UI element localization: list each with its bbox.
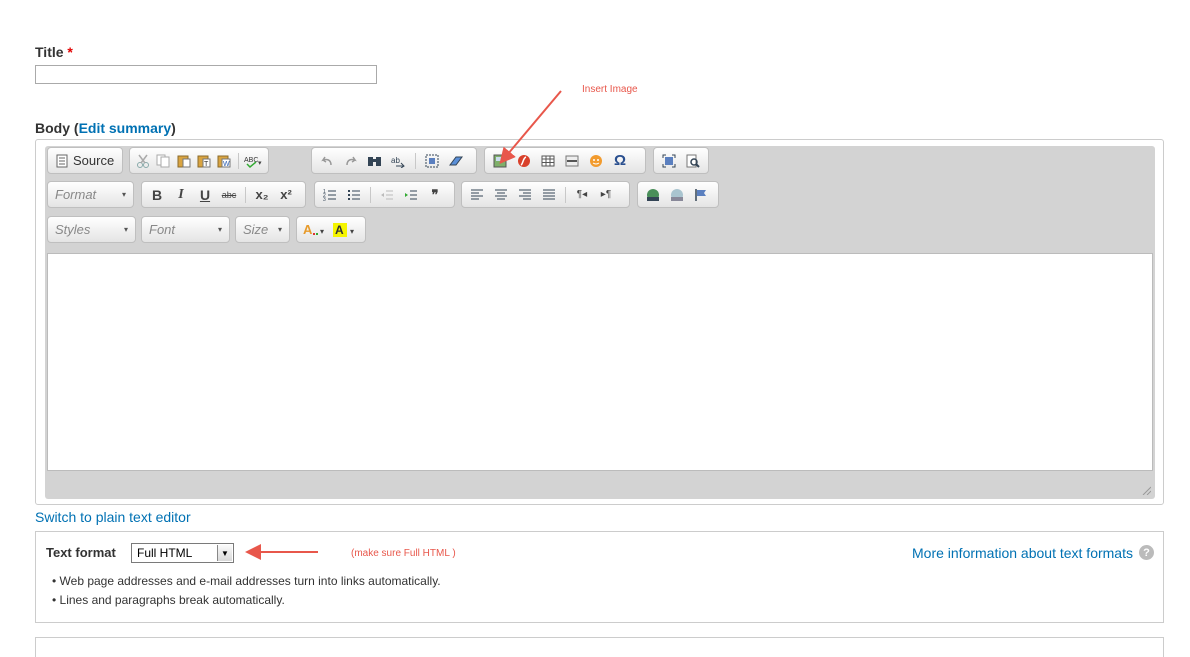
source-button[interactable]: Source xyxy=(52,153,118,168)
source-group: Source xyxy=(47,147,123,174)
text-color-icon[interactable]: A ▾ xyxy=(301,220,329,240)
image-icon[interactable] xyxy=(489,151,511,171)
styles-dropdown[interactable]: Styles ▾ xyxy=(47,216,136,243)
edit-summary-link[interactable]: Edit summary xyxy=(79,120,172,136)
clipboard-group: T W ABC ▾ xyxy=(129,147,269,174)
find-icon[interactable] xyxy=(364,151,386,171)
outdent-icon[interactable] xyxy=(376,185,398,205)
tip-item: Lines and paragraphs break automatically… xyxy=(52,591,441,610)
preview-icon[interactable] xyxy=(682,151,704,171)
text-format-select[interactable]: Full HTML ▼ xyxy=(131,543,234,563)
strike-button[interactable]: abc xyxy=(218,185,240,205)
underline-button[interactable]: U xyxy=(194,185,216,205)
align-center-icon[interactable] xyxy=(490,185,512,205)
paste-word-icon[interactable]: W xyxy=(215,151,233,171)
table-icon[interactable] xyxy=(537,151,559,171)
help-icon[interactable]: ? xyxy=(1139,545,1154,560)
title-input[interactable] xyxy=(35,65,377,84)
svg-text:▾: ▾ xyxy=(258,160,262,167)
subscript-button[interactable]: x₂ xyxy=(251,185,273,205)
editor-chrome: Source T W ABC ▾ ab Ω Format ▾ B I U abc… xyxy=(45,146,1155,499)
format-dropdown[interactable]: Format ▾ xyxy=(47,181,134,208)
numbered-list-icon[interactable]: 123 xyxy=(319,185,341,205)
basic-style-group: B I U abc x₂ x² xyxy=(141,181,306,208)
svg-text:T: T xyxy=(204,161,209,168)
source-icon xyxy=(56,154,68,167)
italic-button[interactable]: I xyxy=(170,185,192,205)
text-format-label: Text format xyxy=(46,545,116,560)
paste-text-icon[interactable]: T xyxy=(195,151,213,171)
justify-icon[interactable] xyxy=(538,185,560,205)
svg-text:▾: ▾ xyxy=(320,227,324,236)
title-label: Title * xyxy=(35,44,73,60)
superscript-button[interactable]: x² xyxy=(275,185,297,205)
svg-text:ab: ab xyxy=(391,156,400,165)
smiley-icon[interactable] xyxy=(585,151,607,171)
chevron-down-icon: ▼ xyxy=(217,545,232,561)
svg-text:A: A xyxy=(303,222,313,237)
edit-group: ab xyxy=(311,147,477,174)
spellcheck-icon[interactable]: ABC ▾ xyxy=(244,151,264,171)
required-marker: * xyxy=(67,44,73,60)
remove-format-icon[interactable] xyxy=(445,151,467,171)
body-label: Body (Edit summary) xyxy=(35,120,176,136)
svg-text:W: W xyxy=(223,161,230,168)
align-right-icon[interactable] xyxy=(514,185,536,205)
undo-icon[interactable] xyxy=(316,151,338,171)
switch-plain-editor-link[interactable]: Switch to plain text editor xyxy=(35,509,191,525)
copy-icon[interactable] xyxy=(154,151,172,171)
cut-icon[interactable] xyxy=(134,151,152,171)
anchor-flag-icon[interactable] xyxy=(690,185,712,205)
bg-color-icon[interactable]: A ▾ xyxy=(331,220,359,240)
color-group: A ▾ A ▾ xyxy=(296,216,366,243)
indent-icon[interactable] xyxy=(400,185,422,205)
svg-text:▾: ▾ xyxy=(350,227,354,236)
tools-group xyxy=(653,147,709,174)
bulleted-list-icon[interactable] xyxy=(343,185,365,205)
align-left-icon[interactable] xyxy=(466,185,488,205)
text-format-box: Text format Full HTML ▼ More information… xyxy=(35,531,1164,623)
svg-text:3: 3 xyxy=(323,197,326,202)
next-fieldset xyxy=(35,637,1164,657)
paste-icon[interactable] xyxy=(174,151,192,171)
format-tips: Web page addresses and e-mail addresses … xyxy=(52,572,441,610)
align-group: ¶◂ ▸¶ xyxy=(461,181,630,208)
text-direction-rtl-icon[interactable]: ▸¶ xyxy=(595,185,617,205)
maximize-icon[interactable] xyxy=(658,151,680,171)
make-sure-annotation: (make sure Full HTML ) xyxy=(351,548,456,559)
redo-icon[interactable] xyxy=(340,151,362,171)
list-group: 123 ❞ xyxy=(314,181,455,208)
insert-image-annotation: Insert Image xyxy=(582,84,638,95)
unlink-icon[interactable] xyxy=(666,185,688,205)
size-dropdown[interactable]: Size ▾ xyxy=(235,216,290,243)
bold-button[interactable]: B xyxy=(146,185,168,205)
horizontal-rule-icon[interactable] xyxy=(561,151,583,171)
special-char-icon[interactable]: Ω xyxy=(609,151,631,171)
select-all-icon[interactable] xyxy=(421,151,443,171)
text-direction-ltr-icon[interactable]: ¶◂ xyxy=(571,185,593,205)
font-dropdown[interactable]: Font ▾ xyxy=(141,216,230,243)
more-info-link[interactable]: More information about text formats xyxy=(912,545,1133,561)
link-group xyxy=(637,181,719,208)
insert-group: Ω xyxy=(484,147,646,174)
tip-item: Web page addresses and e-mail addresses … xyxy=(52,572,441,591)
rich-text-editor: Source T W ABC ▾ ab Ω Format ▾ B I U abc… xyxy=(35,139,1164,505)
replace-icon[interactable]: ab xyxy=(388,151,410,171)
editor-content-area[interactable] xyxy=(47,253,1153,471)
svg-text:ABC: ABC xyxy=(244,157,258,164)
flash-icon[interactable] xyxy=(513,151,535,171)
resize-handle-icon[interactable] xyxy=(1141,485,1151,495)
svg-text:A: A xyxy=(335,223,344,237)
link-icon[interactable] xyxy=(642,185,664,205)
blockquote-button[interactable]: ❞ xyxy=(424,185,446,205)
